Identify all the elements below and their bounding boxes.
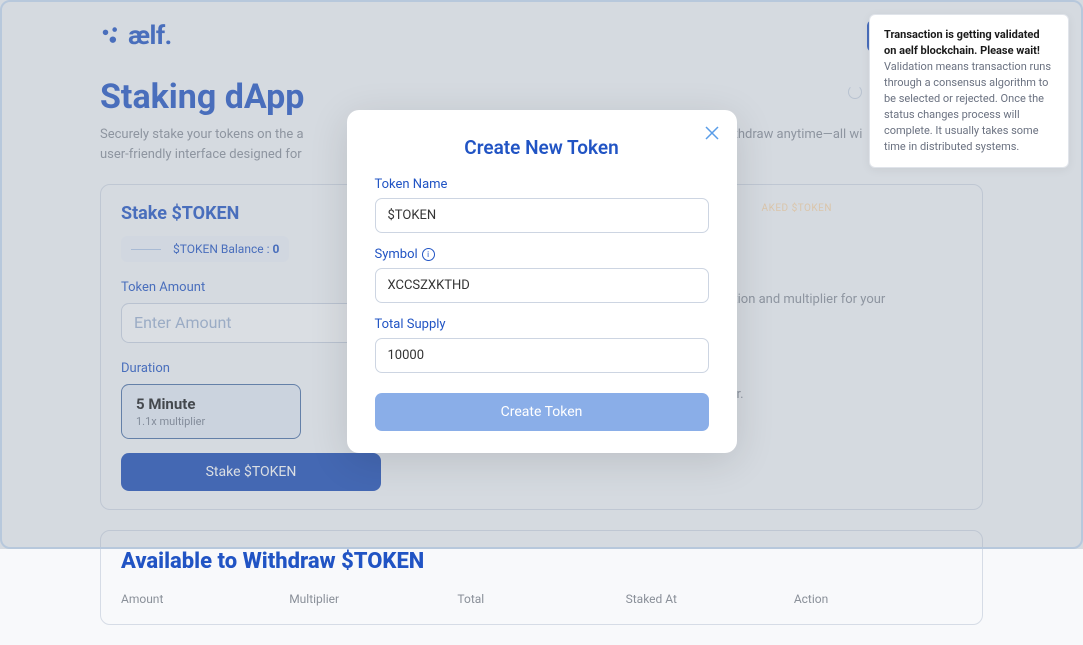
col-total: Total (457, 592, 625, 606)
toast-notification: Transaction is getting validated on aelf… (869, 14, 1069, 168)
info-icon[interactable]: i (422, 248, 435, 261)
symbol-label: Symbol i (375, 247, 709, 262)
modal-create-button[interactable]: Create Token (375, 393, 709, 431)
token-name-input[interactable] (375, 198, 709, 233)
col-staked-at: Staked At (626, 592, 794, 606)
withdraw-table-header: Amount Multiplier Total Staked At Action (121, 592, 962, 606)
create-token-modal: Create New Token Token Name Symbol i Tot… (347, 110, 737, 453)
symbol-input[interactable] (375, 268, 709, 303)
modal-title: Create New Token (375, 136, 709, 159)
toast-title: Transaction is getting validated on aelf… (884, 28, 1040, 57)
withdraw-title: Available to Withdraw $TOKEN (121, 549, 962, 574)
close-icon[interactable] (703, 124, 721, 146)
toast-body: Validation means transaction runs throug… (884, 60, 1051, 153)
spinner-icon (848, 85, 862, 99)
token-name-label: Token Name (375, 177, 709, 192)
col-action: Action (794, 592, 962, 606)
total-supply-input[interactable] (375, 338, 709, 373)
col-amount: Amount (121, 592, 289, 606)
total-supply-label: Total Supply (375, 317, 709, 332)
col-multiplier: Multiplier (289, 592, 457, 606)
